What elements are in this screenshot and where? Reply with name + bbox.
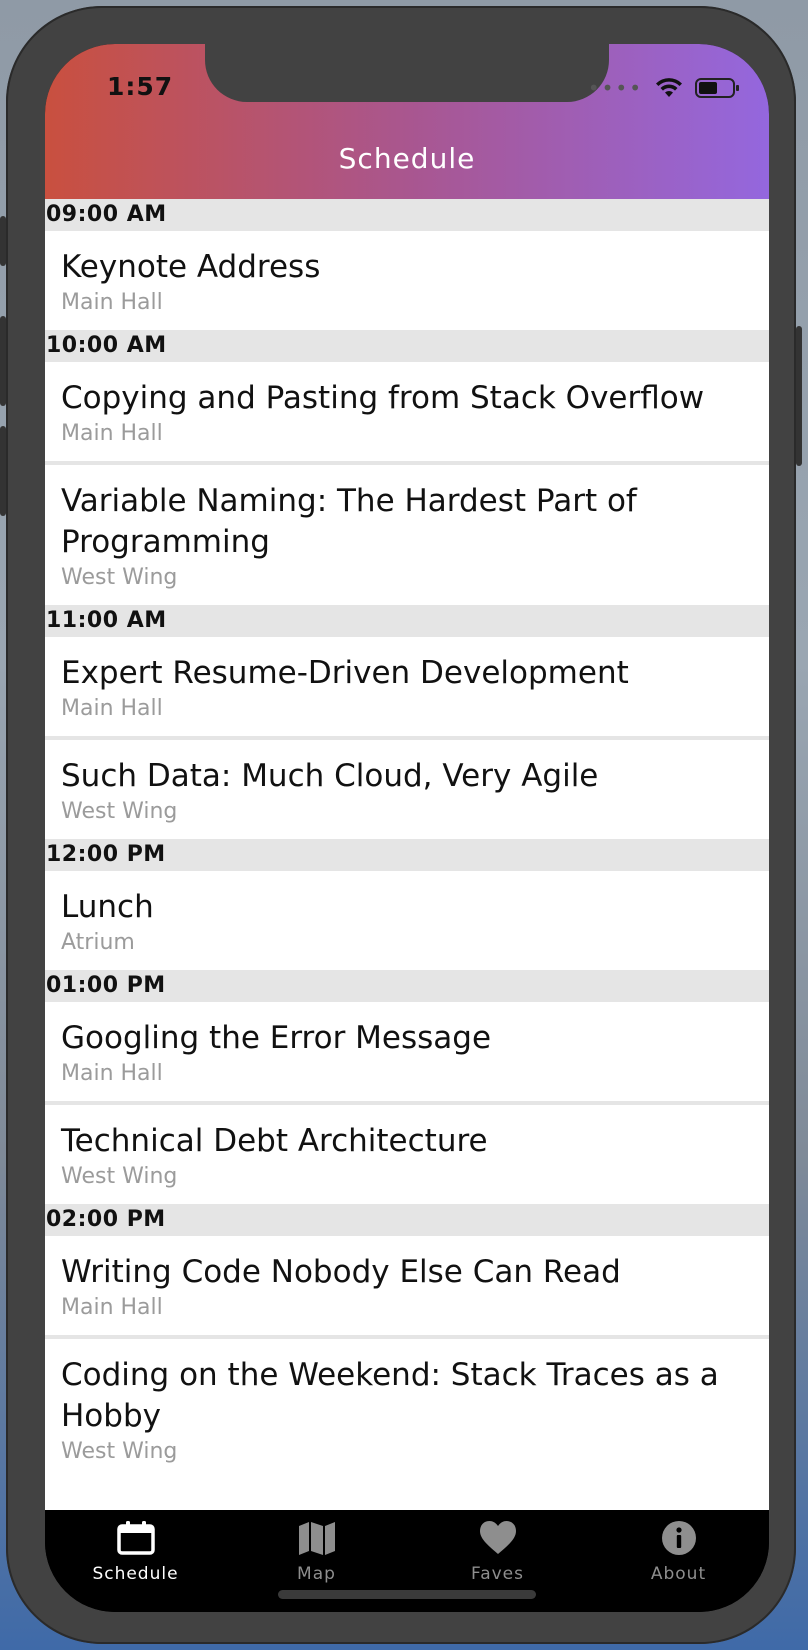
tab-label: Faves xyxy=(470,1564,524,1584)
session-row[interactable]: Coding on the Weekend: Stack Traces as a… xyxy=(45,1339,769,1479)
tab-label: Schedule xyxy=(92,1564,179,1584)
session-row[interactable]: Googling the Error Message Main Hall xyxy=(45,1002,769,1105)
session-row[interactable]: Technical Debt Architecture West Wing xyxy=(45,1105,769,1204)
session-title: Googling the Error Message xyxy=(61,1020,492,1056)
session-location: West Wing xyxy=(61,799,178,824)
tab-label: Map xyxy=(297,1564,336,1584)
volume-up-button xyxy=(0,316,6,406)
schedule-list[interactable]: 09:00 AM Keynote Address Main Hall 10:00 AM… xyxy=(45,199,769,1510)
session-location: Main Hall xyxy=(61,696,163,721)
session-location: Main Hall xyxy=(61,421,163,446)
phone-screen: 1:57 •••• Schedule 09:00 AM Keynote Addre… xyxy=(45,44,769,1612)
tab-map[interactable]: Map xyxy=(226,1520,407,1584)
session-title: Copying and Pasting from Stack Overflow xyxy=(61,380,705,416)
session-title: Such Data: Much Cloud, Very Agile xyxy=(61,758,599,794)
section-header-time: 02:00 PM xyxy=(45,1204,769,1236)
session-location: Main Hall xyxy=(61,290,163,315)
tab-label: About xyxy=(650,1564,707,1584)
session-title: Lunch xyxy=(61,889,154,925)
mute-switch xyxy=(0,216,6,266)
session-title: Coding on the Weekend: Stack Traces as a… xyxy=(61,1357,719,1434)
session-row[interactable]: Writing Code Nobody Else Can Read Main Ha… xyxy=(45,1236,769,1339)
session-title: Writing Code Nobody Else Can Read xyxy=(61,1254,621,1290)
session-location: Atrium xyxy=(61,930,135,955)
section-header-time: 01:00 PM xyxy=(45,970,769,1002)
session-title: Expert Resume-Driven Development xyxy=(61,655,629,691)
info-icon xyxy=(588,1520,769,1558)
session-title: Technical Debt Architecture xyxy=(61,1123,488,1159)
notch xyxy=(205,44,609,102)
session-row[interactable]: Keynote Address Main Hall xyxy=(45,231,769,330)
status-icons: •••• xyxy=(588,76,741,100)
volume-down-button xyxy=(0,426,6,516)
cellular-signal-icon: •••• xyxy=(587,76,643,100)
session-row[interactable]: Lunch Atrium xyxy=(45,871,769,970)
page-title: Schedule xyxy=(338,142,476,175)
map-icon xyxy=(226,1520,407,1558)
section-header-time: 11:00 AM xyxy=(45,605,769,637)
nav-header: 1:57 •••• Schedule xyxy=(45,44,769,199)
tab-schedule[interactable]: Schedule xyxy=(45,1520,226,1584)
session-location: West Wing xyxy=(61,565,178,590)
session-location: Main Hall xyxy=(61,1061,163,1086)
battery-icon xyxy=(695,78,739,98)
section-header-time: 12:00 PM xyxy=(45,839,769,871)
session-row[interactable]: Variable Naming: The Hardest Part of Pro… xyxy=(45,465,769,605)
phone-frame: 1:57 •••• Schedule 09:00 AM Keynote Addre… xyxy=(0,6,802,1644)
session-location: Main Hall xyxy=(61,1295,163,1320)
tab-about[interactable]: About xyxy=(588,1520,769,1584)
tab-faves[interactable]: Faves xyxy=(407,1520,588,1584)
session-row[interactable]: Expert Resume-Driven Development Main Hal… xyxy=(45,637,769,740)
section-header-time: 10:00 AM xyxy=(45,330,769,362)
heart-icon xyxy=(407,1520,588,1558)
power-button xyxy=(796,326,802,466)
calendar-icon xyxy=(45,1520,226,1558)
session-title: Variable Naming: The Hardest Part of Pro… xyxy=(61,483,637,560)
home-indicator[interactable] xyxy=(278,1590,536,1599)
status-time: 1:57 xyxy=(107,72,174,101)
session-row[interactable]: Copying and Pasting from Stack Overflow M… xyxy=(45,362,769,465)
session-location: West Wing xyxy=(61,1439,178,1464)
section-header-time: 09:00 AM xyxy=(45,199,769,231)
session-title: Keynote Address xyxy=(61,249,321,285)
wifi-icon xyxy=(656,78,682,97)
session-location: West Wing xyxy=(61,1164,178,1189)
session-row[interactable]: Such Data: Much Cloud, Very Agile West Wi… xyxy=(45,740,769,839)
